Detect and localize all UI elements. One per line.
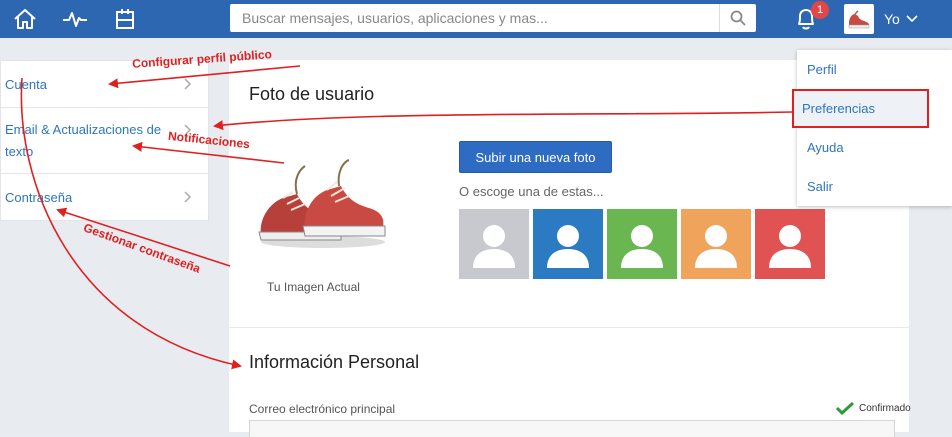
user-dropdown: Perfil Preferencias Ayuda Salir [792, 50, 952, 206]
menu-item-password[interactable]: Contraseña [1, 174, 208, 220]
dropdown-item-perfil[interactable]: Perfil [797, 50, 952, 89]
email-field-label: Correo electrónico principal [249, 402, 396, 416]
chevron-right-icon [184, 191, 192, 203]
menu-item-label: Cuenta [5, 76, 47, 92]
personal-section-title: Información Personal [249, 352, 420, 372]
annotation-password: Gestionar contraseña [81, 220, 203, 276]
menu-item-cuenta[interactable]: Cuenta [1, 61, 208, 108]
confirmed-status: Confirmado [835, 401, 911, 415]
choose-avatar-label: O escoge una de estas... [459, 184, 604, 199]
activity-button[interactable] [50, 0, 100, 38]
check-icon [835, 401, 855, 415]
dropdown-item-preferencias[interactable]: Preferencias [792, 89, 929, 128]
menu-item-label: Email & Actualizaciones de texto [5, 121, 162, 159]
activity-icon [63, 12, 87, 27]
avatar-option[interactable] [533, 209, 603, 279]
user-silhouette-icon [473, 225, 515, 268]
user-silhouette-icon [769, 225, 811, 268]
avatar-option[interactable] [681, 209, 751, 279]
user-silhouette-icon [621, 225, 663, 268]
avatar-option[interactable] [459, 209, 529, 279]
home-icon [14, 9, 36, 29]
briefcase-icon [116, 9, 134, 29]
current-photo-label: Tu Imagen Actual [267, 280, 360, 294]
user-silhouette-icon [547, 225, 589, 268]
notification-badge: 1 [811, 1, 829, 19]
dropdown-item-ayuda[interactable]: Ayuda [797, 128, 952, 167]
user-menu-button[interactable]: Yo [844, 0, 934, 38]
email-field[interactable] [249, 420, 895, 437]
chevron-right-icon [184, 78, 192, 90]
search-input[interactable] [230, 5, 719, 31]
top-bar: 1 Yo [0, 0, 952, 38]
avatar-option[interactable] [607, 209, 677, 279]
menu-item-label: Contraseña [5, 189, 73, 205]
user-silhouette-icon [695, 225, 737, 268]
confirmed-label: Confirmado [859, 402, 911, 414]
search-button[interactable] [719, 4, 756, 32]
photo-section-title: Foto de usuario [249, 84, 375, 104]
section-divider [229, 327, 909, 328]
current-photo [258, 159, 386, 248]
search-icon [730, 10, 746, 26]
apps-button[interactable] [100, 0, 150, 38]
chevron-down-icon [906, 15, 918, 23]
search-box [230, 4, 756, 32]
avatar [844, 4, 874, 34]
user-label: Yo [884, 11, 900, 27]
home-button[interactable] [0, 0, 50, 38]
dropdown-item-salir[interactable]: Salir [797, 167, 952, 206]
sneakers-avatar-icon [848, 10, 870, 29]
upload-photo-button[interactable]: Subir una nueva foto [459, 141, 612, 173]
avatar-option[interactable] [755, 209, 825, 279]
